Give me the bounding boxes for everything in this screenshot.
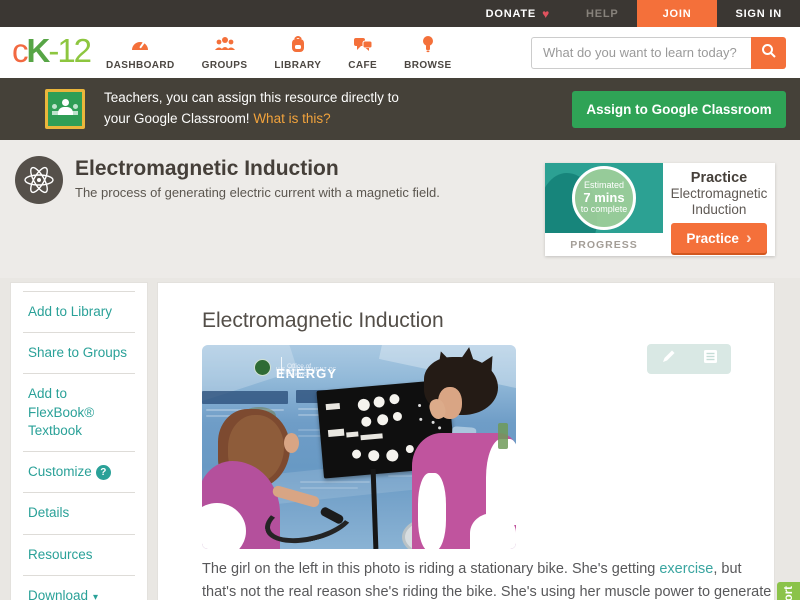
nav-label: GROUPS (201, 59, 248, 71)
estimate-line2: 7 mins (583, 189, 625, 205)
estimate-line3: to complete (580, 204, 628, 215)
nav-items: DASHBOARD GROUPS LIBRARY CAFE BROWSE (106, 35, 451, 71)
nav-label: DASHBOARD (106, 59, 175, 71)
chevron-right-icon: › (745, 227, 752, 247)
download-label: Download (28, 587, 89, 600)
sign-in-button[interactable]: SIGN IN (717, 0, 800, 27)
logo-k: K (26, 32, 51, 69)
practice-widget: Estimated 7 mins to complete PROGRESS Pr… (545, 163, 775, 256)
banner-message: Teachers, you can assign this resource d… (104, 88, 399, 130)
edit-button[interactable] (647, 344, 689, 374)
lesson-card: Electromagnetic Induction U.S. DEPARTMEN… (157, 282, 775, 600)
actions-sidebar: Add to Library Share to Groups Add to Fl… (10, 282, 148, 600)
logo-num: -12 (48, 32, 92, 69)
lesson-heading: Electromagnetic Induction (202, 309, 444, 332)
sidebar-item-resources[interactable]: Resources (23, 535, 135, 576)
donate-label: DONATE (485, 7, 537, 20)
nav-item-browse[interactable]: BROWSE (404, 35, 451, 71)
join-button[interactable]: JOIN (636, 0, 718, 27)
nav-label: CAFE (348, 59, 378, 71)
browse-icon (421, 35, 435, 58)
pencil-icon (661, 349, 676, 369)
atom-icon (15, 156, 63, 204)
groups-icon (214, 35, 236, 58)
customize-label: Customize (28, 464, 92, 480)
notes-button[interactable] (689, 344, 731, 374)
nav-item-dashboard[interactable]: DASHBOARD (106, 35, 175, 71)
doe-seal-icon (254, 358, 271, 376)
sidebar-item-customize[interactable]: Customize? (23, 452, 135, 494)
assign-to-classroom-button[interactable]: Assign to Google Classroom (572, 90, 786, 128)
practice-subject: Electromagnetic Induction (671, 186, 768, 218)
nav-item-library[interactable]: LIBRARY (274, 35, 321, 71)
progress-label: PROGRESS (570, 238, 638, 251)
page-title: Electromagnetic Induction (75, 157, 339, 180)
search-icon (761, 43, 777, 62)
nav-item-cafe[interactable]: CAFE (348, 35, 377, 71)
lesson-paragraph: The girl on the left in this photo is ri… (202, 558, 778, 600)
doe-office-line1: Office of (287, 362, 312, 370)
sidebar-item-add-to-library[interactable]: Add to Library (23, 291, 135, 334)
practice-progress-panel: Estimated 7 mins to complete PROGRESS (545, 163, 663, 256)
practice-action-panel: Practice Electromagnetic Induction Pract… (663, 163, 775, 256)
top-bar: DONATE ♥ HELP JOIN SIGN IN (0, 0, 800, 27)
google-classroom-icon[interactable] (45, 89, 85, 129)
practice-subject-line1: Electromagnetic (670, 186, 768, 201)
help-button[interactable]: HELP (568, 0, 637, 27)
practice-estimate-image: Estimated 7 mins to complete (545, 163, 663, 233)
sidebar-item-details[interactable]: Details (23, 493, 135, 535)
sidebar-item-add-to-flexbook[interactable]: Add to FlexBook® Textbook (23, 374, 135, 453)
cafe-icon (353, 35, 373, 58)
ck12-logo[interactable]: cK-12 (12, 32, 92, 69)
library-icon (289, 35, 307, 58)
classroom-banner: Teachers, you can assign this resource d… (0, 78, 800, 140)
search-input[interactable] (531, 36, 751, 69)
main-nav: cK-12 DASHBOARD GROUPS LIBRARY CAFE BROW… (0, 27, 800, 78)
banner-line2: your Google Classroom! (104, 111, 254, 126)
support-tab[interactable]: Support (777, 582, 800, 600)
search-button[interactable] (751, 36, 786, 69)
nav-label: LIBRARY (274, 59, 322, 71)
doe-logo: U.S. DEPARTMENT OF ENERGY Office of Scie… (254, 353, 424, 381)
doe-office-line2: Science (287, 371, 311, 379)
heart-icon: ♥ (542, 6, 551, 21)
paragraph-text: The girl on the left in this photo is ri… (202, 561, 660, 577)
lesson-photo: U.S. DEPARTMENT OF ENERGY Office of Scie… (202, 345, 516, 549)
concept-header: Electromagnetic Induction The process of… (0, 140, 800, 278)
estimate-badge: Estimated 7 mins to complete (572, 166, 636, 230)
exercise-link[interactable]: exercise (659, 561, 713, 577)
document-icon (703, 349, 718, 369)
logo-c: c (12, 32, 28, 69)
sidebar-item-download[interactable]: Download ▾ (23, 576, 135, 600)
practice-subject-line2: Induction (691, 202, 747, 218)
content-area: Add to Library Share to Groups Add to Fl… (0, 282, 800, 600)
edit-toolbar (647, 344, 731, 374)
page-subtitle: The process of generating electric curre… (75, 185, 440, 200)
support-label: Support (783, 586, 795, 600)
banner-line1: Teachers, you can assign this resource d… (104, 90, 399, 106)
nav-label: BROWSE (404, 59, 452, 71)
caret-down-icon: ▾ (93, 591, 99, 600)
help-icon[interactable]: ? (95, 465, 111, 481)
dashboard-icon (130, 35, 150, 58)
practice-button[interactable]: Practice › (671, 223, 767, 254)
nav-item-groups[interactable]: GROUPS (202, 35, 248, 71)
sidebar-item-share-to-groups[interactable]: Share to Groups (23, 333, 135, 375)
practice-button-label: Practice (686, 230, 739, 246)
what-is-this-link[interactable]: What is this? (253, 111, 330, 126)
donate-button[interactable]: DONATE ♥ (468, 0, 568, 27)
practice-title: Practice (690, 170, 748, 186)
search-bar (531, 36, 786, 69)
